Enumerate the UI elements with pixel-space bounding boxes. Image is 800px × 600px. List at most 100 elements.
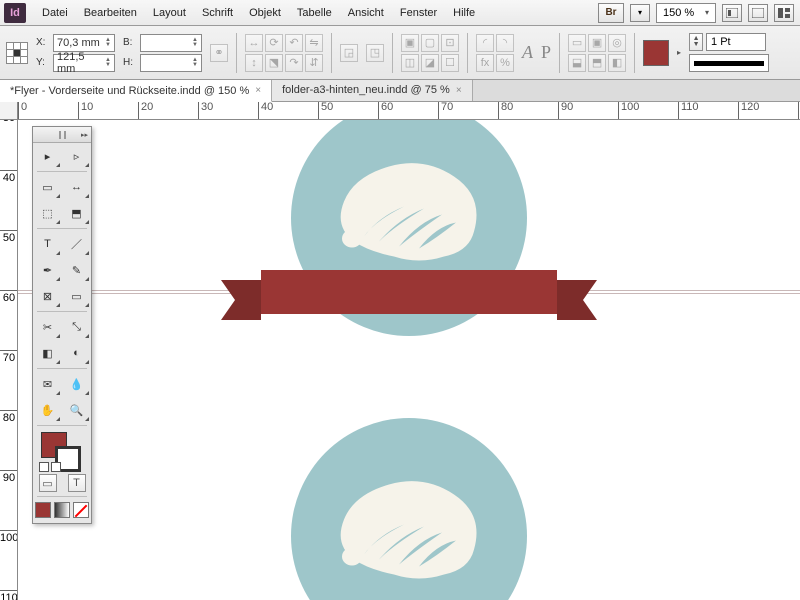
tools-panel-header[interactable]: ▸▸ bbox=[33, 127, 91, 143]
screen-mode-button[interactable] bbox=[748, 4, 768, 22]
apply-none-button[interactable] bbox=[73, 502, 89, 518]
gap-tool[interactable]: ↔ bbox=[62, 174, 91, 200]
eyedropper-tool[interactable]: 💧 bbox=[62, 371, 91, 397]
bridge-button[interactable]: Br bbox=[598, 3, 624, 23]
ribbon-banner[interactable] bbox=[159, 270, 659, 328]
stroke-style-field[interactable] bbox=[689, 54, 769, 72]
ruler-origin[interactable] bbox=[0, 102, 18, 120]
close-icon[interactable]: × bbox=[456, 85, 462, 96]
rotate-cw-button[interactable]: ↷ bbox=[285, 54, 303, 72]
ruler-tick: 90 bbox=[558, 102, 573, 120]
control-bar: X: 70,3 mm▲▼ Y: 121,5 mm▲▼ B: ▲▼ H: ▲▼ ⚭… bbox=[0, 26, 800, 80]
reference-point-proxy[interactable] bbox=[6, 42, 28, 64]
scissors-tool[interactable]: ✂ bbox=[33, 314, 62, 340]
bridge-dropdown[interactable]: ▾ bbox=[630, 4, 650, 22]
note-tool[interactable]: ✉ bbox=[33, 371, 62, 397]
document-canvas[interactable] bbox=[18, 120, 800, 600]
direct-selection-tool[interactable]: ▹ bbox=[62, 143, 91, 169]
gradient-feather-tool[interactable]: ◐ bbox=[62, 340, 91, 366]
apply-color-button[interactable] bbox=[35, 502, 51, 518]
vertical-ruler[interactable]: 30405060708090100110 bbox=[0, 120, 18, 600]
width-field[interactable]: ▲▼ bbox=[140, 34, 202, 52]
line-tool[interactable]: ／ bbox=[62, 231, 91, 257]
close-icon[interactable]: × bbox=[255, 85, 261, 96]
opacity-field[interactable]: % bbox=[496, 54, 514, 72]
menu-bearbeiten[interactable]: Bearbeiten bbox=[76, 3, 145, 23]
page-tool[interactable]: ▭ bbox=[33, 174, 62, 200]
fill-prop-button[interactable]: ◪ bbox=[421, 54, 439, 72]
document-tab[interactable]: folder-a3-hinten_neu.indd @ 75 %× bbox=[272, 79, 473, 101]
document-tab[interactable]: *Flyer - Vorderseite und Rückseite.indd … bbox=[0, 80, 272, 102]
stroke-weight-field[interactable]: 1 Pt bbox=[706, 33, 766, 51]
auto-fit-checkbox[interactable]: ☐ bbox=[441, 54, 459, 72]
text-wrap-shape-button[interactable]: ◎ bbox=[608, 34, 626, 52]
x-field[interactable]: 70,3 mm▲▼ bbox=[53, 34, 115, 52]
menu-objekt[interactable]: Objekt bbox=[241, 3, 289, 23]
height-field[interactable]: ▲▼ bbox=[140, 54, 202, 72]
menu-datei[interactable]: Datei bbox=[34, 3, 76, 23]
formatting-text-button[interactable]: T bbox=[68, 474, 86, 492]
corner-radius-field[interactable]: ◝ bbox=[496, 34, 514, 52]
center-content-button[interactable]: ⊡ bbox=[441, 34, 459, 52]
pen-tool[interactable]: ✒ bbox=[33, 257, 62, 283]
character-panel-icon[interactable]: A bbox=[522, 42, 533, 63]
zoom-value: 150 % bbox=[663, 7, 694, 19]
rectangle-tool[interactable]: ▭ bbox=[62, 283, 91, 309]
swap-colors-icon[interactable] bbox=[51, 462, 61, 472]
text-wrap-bbox-button[interactable]: ▣ bbox=[588, 34, 606, 52]
flip-v-button[interactable]: ⇵ bbox=[305, 54, 323, 72]
zoom-level-field[interactable]: 150 % ▾ bbox=[656, 3, 716, 23]
gradient-swatch-tool[interactable]: ◧ bbox=[33, 340, 62, 366]
ribbon-tail-right bbox=[557, 280, 597, 320]
text-wrap-none-button[interactable]: ▭ bbox=[568, 34, 586, 52]
menu-tabelle[interactable]: Tabelle bbox=[289, 3, 340, 23]
chevron-down-icon: ▾ bbox=[705, 8, 709, 17]
text-wrap-invert-button[interactable]: ◧ bbox=[608, 54, 626, 72]
text-wrap-jump-button[interactable]: ⬓ bbox=[568, 54, 586, 72]
effects-button[interactable]: fx bbox=[476, 54, 494, 72]
content-placer-tool[interactable]: ⬒ bbox=[62, 200, 91, 226]
hand-tool[interactable]: ✋ bbox=[33, 397, 62, 423]
menu-fenster[interactable]: Fenster bbox=[392, 3, 445, 23]
ruler-tick: 30 bbox=[0, 120, 18, 124]
fill-stroke-swatches[interactable] bbox=[33, 428, 91, 472]
free-transform-tool[interactable]: ⤡ bbox=[62, 314, 91, 340]
fill-color-swatch[interactable] bbox=[643, 40, 669, 66]
croissant-icon bbox=[324, 147, 494, 277]
fit-content-button[interactable]: ▢ bbox=[421, 34, 439, 52]
fit-frame-button[interactable]: ◫ bbox=[401, 54, 419, 72]
selection-tool[interactable]: ▸ bbox=[33, 143, 62, 169]
apply-gradient-button[interactable] bbox=[54, 502, 70, 518]
formatting-container-button[interactable]: ▭ bbox=[39, 474, 57, 492]
text-wrap-column-button[interactable]: ⬒ bbox=[588, 54, 606, 72]
scale-y-field[interactable]: ↕ bbox=[245, 54, 263, 72]
stroke-weight-stepper[interactable]: ▲▼ bbox=[689, 33, 703, 51]
view-options-1[interactable] bbox=[722, 4, 742, 22]
shear-field[interactable]: ⬔ bbox=[265, 54, 283, 72]
zoom-tool[interactable]: 🔍 bbox=[62, 397, 91, 423]
rectangle-frame-tool[interactable]: ⊠ bbox=[33, 283, 62, 309]
pencil-tool[interactable]: ✎ bbox=[62, 257, 91, 283]
tools-panel[interactable]: ▸▸ ▸▹▭↔⬚⬒T／✒✎⊠▭✂⤡◧◐✉💧✋🔍▭T bbox=[32, 126, 92, 524]
rotate-ccw-button[interactable]: ↶ bbox=[285, 34, 303, 52]
flip-h-button[interactable]: ⇋ bbox=[305, 34, 323, 52]
menu-schrift[interactable]: Schrift bbox=[194, 3, 241, 23]
arrange-documents-button[interactable] bbox=[774, 4, 794, 22]
select-container-button[interactable]: ◲ bbox=[340, 44, 358, 62]
corner-options-button[interactable]: ◜ bbox=[476, 34, 494, 52]
horizontal-ruler[interactable]: 0102030405060708090100110120130 bbox=[18, 102, 800, 120]
select-content-button[interactable]: ◳ bbox=[366, 44, 384, 62]
default-colors-icon[interactable] bbox=[39, 462, 49, 472]
scale-x-field[interactable]: ↔ bbox=[245, 34, 263, 52]
menu-ansicht[interactable]: Ansicht bbox=[340, 3, 392, 23]
menu-layout[interactable]: Layout bbox=[145, 3, 194, 23]
type-tool[interactable]: T bbox=[33, 231, 62, 257]
content-collector-tool[interactable]: ⬚ bbox=[33, 200, 62, 226]
logo-circle-bottom[interactable] bbox=[291, 418, 527, 600]
y-field[interactable]: 121,5 mm▲▼ bbox=[53, 54, 115, 72]
paragraph-panel-icon[interactable]: P bbox=[541, 42, 551, 63]
menu-hilfe[interactable]: Hilfe bbox=[445, 3, 483, 23]
rotate-field[interactable]: ⟳ bbox=[265, 34, 283, 52]
constrain-proportions-icon[interactable]: ⚭ bbox=[210, 44, 228, 62]
fill-frame-button[interactable]: ▣ bbox=[401, 34, 419, 52]
